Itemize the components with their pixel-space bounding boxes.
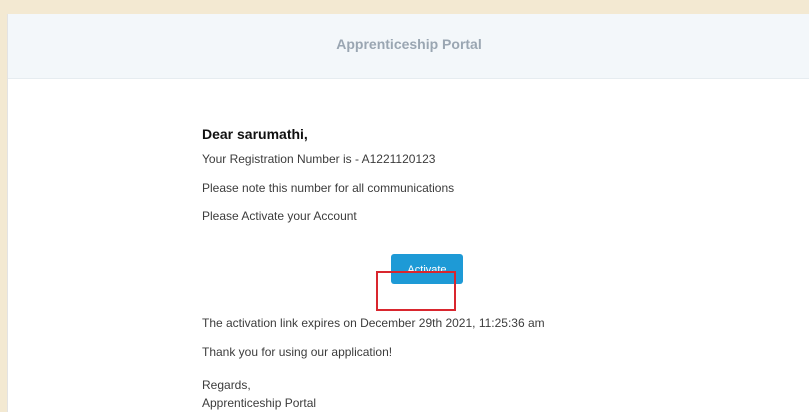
thanks-text: Thank you for using our application! — [202, 345, 393, 359]
note-text: Please note this number for all communic… — [202, 181, 455, 195]
email-card: Apprenticeship Portal Dear sarumathi, Yo… — [7, 14, 809, 412]
activate-button[interactable]: Activate — [391, 254, 463, 284]
activate-prompt-text: Please Activate your Account — [202, 209, 357, 223]
expiry-text: The activation link expires on December … — [202, 316, 545, 330]
signature-text: Apprenticeship Portal — [202, 396, 317, 410]
greeting: Dear sarumathi, — [202, 126, 308, 142]
email-header: Apprenticeship Portal — [8, 14, 809, 79]
regards-text: Regards, — [202, 378, 251, 392]
registration-number-text: Your Registration Number is - A122112012… — [202, 152, 436, 166]
email-body: Dear sarumathi, Your Registration Number… — [202, 78, 762, 412]
header-title: Apprenticeship Portal — [336, 36, 482, 52]
